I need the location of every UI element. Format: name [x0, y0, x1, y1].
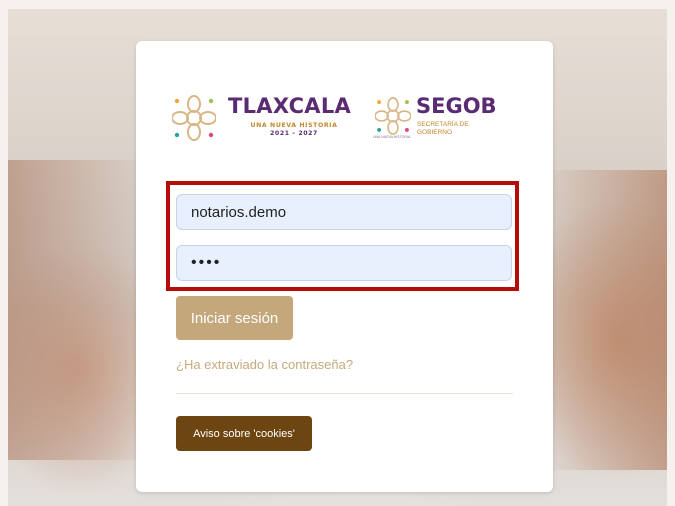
tlaxcala-subtitle-line2: 2021 - 2027: [270, 130, 318, 137]
cookies-notice-button[interactable]: Aviso sobre 'cookies': [176, 416, 312, 451]
password-input[interactable]: [176, 245, 512, 281]
segob-subtitle-line1: SECRETARÍA DE: [417, 121, 469, 128]
login-button[interactable]: Iniciar sesión: [176, 296, 293, 340]
segob-tiny-caption: UNA NUEVA HISTORIA: [373, 135, 411, 139]
segob-title: SEGOB: [416, 94, 497, 118]
login-card: TLAXCALA UNA NUEVA HISTORIA 2021 - 2027 …: [136, 41, 553, 492]
segob-subtitle-line2: GOBIERNO: [417, 129, 453, 136]
divider: [176, 393, 513, 394]
segob-logo-icon: [375, 97, 411, 135]
username-input[interactable]: [176, 194, 512, 230]
tlaxcala-logo-icon: [172, 95, 216, 141]
tlaxcala-subtitle-line1: UNA NUEVA HISTORIA: [250, 122, 338, 129]
background-hand-left: [8, 160, 136, 460]
tlaxcala-title: TLAXCALA: [228, 94, 352, 118]
forgot-password-link[interactable]: ¿Ha extraviado la contraseña?: [176, 357, 353, 372]
tlaxcala-subtitle: UNA NUEVA HISTORIA 2021 - 2027: [238, 122, 350, 138]
segob-subtitle: SECRETARÍA DE GOBIERNO: [417, 121, 469, 137]
background-hand-right: [553, 170, 667, 470]
logos-header: TLAXCALA UNA NUEVA HISTORIA 2021 - 2027 …: [172, 93, 517, 145]
